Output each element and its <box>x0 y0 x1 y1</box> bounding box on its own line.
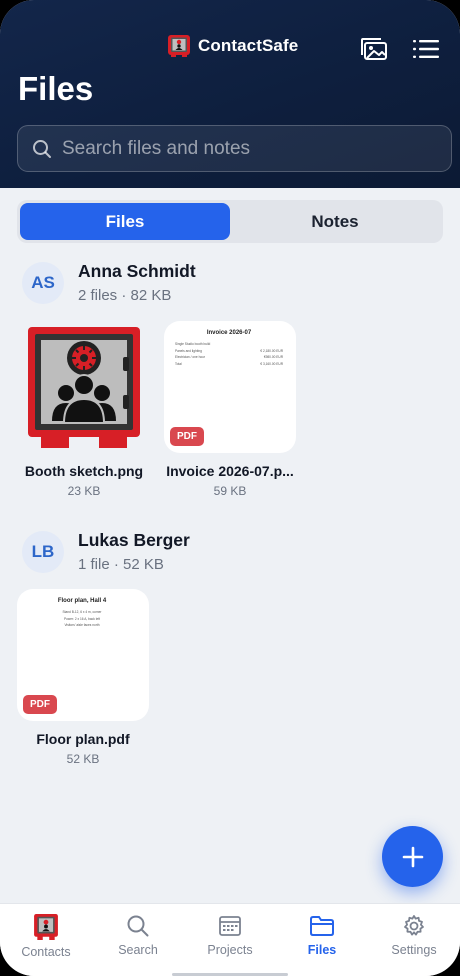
gallery-button[interactable] <box>359 36 389 62</box>
bottom-nav: Contacts Search Projects Files Settings <box>0 903 460 976</box>
contact-group-header[interactable]: LB Lukas Berger 1 file · 52 KB <box>22 530 190 573</box>
preview-title: Invoice 2026-07 <box>206 330 252 336</box>
contactsafe-logo-icon <box>34 914 58 940</box>
plus-icon <box>402 846 423 867</box>
nav-label: Settings <box>391 943 437 957</box>
file-name: Booth sketch.png <box>24 463 144 479</box>
app-name: ContactSafe <box>198 36 299 55</box>
preview-title: Floor plan, Hall 4 <box>57 598 107 604</box>
file-size: 23 KB <box>67 484 101 498</box>
file-size: 59 KB <box>213 484 247 498</box>
page-title: Files <box>18 70 94 107</box>
file-size: 52 KB <box>66 752 100 766</box>
safe-contacts-image <box>28 327 140 448</box>
pdf-badge: PDF <box>23 695 57 714</box>
header: ContactSafe Files <box>0 0 460 188</box>
file-name: Invoice 2026-07.p... <box>166 463 294 479</box>
calendar-icon <box>219 916 241 936</box>
nav-search[interactable]: Search <box>92 904 184 976</box>
gear-icon <box>404 915 424 936</box>
preview-row: Single Studio booth build <box>175 342 211 346</box>
nav-projects[interactable]: Projects <box>184 904 276 976</box>
search-icon <box>127 915 149 937</box>
image-gallery-icon <box>361 38 387 60</box>
preview-row: Total € 3,160.00 EUR <box>175 361 283 366</box>
nav-label: Search <box>118 943 158 957</box>
avatar: AS <box>22 261 64 304</box>
pdf-preview: Invoice 2026-07 Single Studio booth buil… <box>175 330 283 368</box>
preview-line: Visitors' aisle faces north <box>64 623 100 627</box>
preview-line: Stand B-12, 6 x 4 m, corner <box>62 610 102 614</box>
tab-files[interactable]: Files <box>20 203 230 240</box>
file-thumbnail: Invoice 2026-07 Single Studio booth buil… <box>164 321 296 453</box>
file-name: Floor plan.pdf <box>36 731 130 747</box>
app-screen: ContactSafe Files Search files and notes… <box>0 0 460 976</box>
search-bar[interactable] <box>17 125 452 172</box>
file-tile[interactable]: Booth sketch.png 23 KB <box>18 321 150 498</box>
contact-file-count: 2 files · 82 KB <box>78 287 172 304</box>
contact-group-header[interactable]: AS Anna Schmidt 2 files · 82 KB <box>22 261 196 304</box>
search-icon <box>33 139 51 158</box>
add-file-button[interactable] <box>382 826 443 887</box>
brand: ContactSafe <box>168 34 298 58</box>
preview-row: Panels and lighting € 2,180.00 EUR <box>175 348 283 353</box>
nav-label: Projects <box>207 943 253 957</box>
list-menu-icon <box>413 40 439 58</box>
preview-line: Power: 2 x 16 A, back left <box>64 616 100 621</box>
contactsafe-logo-icon <box>168 35 190 57</box>
contact-name: Lukas Berger <box>78 530 190 550</box>
nav-settings[interactable]: Settings <box>368 904 460 976</box>
file-tile[interactable]: Invoice 2026-07 Single Studio booth buil… <box>164 321 296 498</box>
list-menu-button[interactable] <box>411 36 441 62</box>
file-thumbnail: Floor plan, Hall 4 Stand B-12, 6 x 4 m, … <box>17 589 149 721</box>
files-notes-segment: Files Notes <box>17 200 443 243</box>
contact-file-count: 1 file · 52 KB <box>78 556 164 573</box>
folder-icon <box>310 916 334 936</box>
search-input[interactable] <box>62 137 422 160</box>
avatar: LB <box>22 530 64 573</box>
tab-notes[interactable]: Notes <box>230 203 440 240</box>
nav-label: Files <box>307 943 337 957</box>
pdf-preview: Floor plan, Hall 4 Stand B-12, 6 x 4 m, … <box>28 598 136 630</box>
nav-contacts[interactable]: Contacts <box>0 904 92 976</box>
preview-row: Electrician / one hour €980.00 EUR <box>175 355 283 359</box>
pdf-badge: PDF <box>170 427 204 446</box>
file-tile[interactable]: Floor plan, Hall 4 Stand B-12, 6 x 4 m, … <box>17 589 149 766</box>
contact-name: Anna Schmidt <box>78 261 196 281</box>
nav-files[interactable]: Files <box>276 904 368 976</box>
file-thumbnail <box>18 321 150 453</box>
nav-label: Contacts <box>21 945 71 959</box>
